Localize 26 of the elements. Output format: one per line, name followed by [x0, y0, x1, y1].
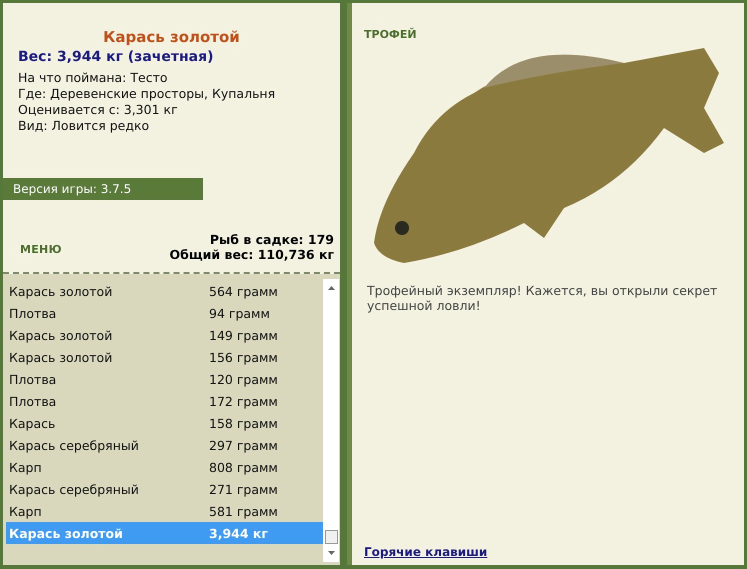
- stat-line: Рыб в садке: 179: [210, 232, 334, 247]
- fish-list-item[interactable]: Плотва 94 грамм: [6, 302, 323, 324]
- hotkeys-link[interactable]: Горячие клавиши: [364, 545, 488, 559]
- version-bar: Версия игры: 3.7.5: [3, 178, 203, 200]
- scrollbar-thumb[interactable]: [324, 530, 338, 544]
- fish-list-item[interactable]: Карп 808 грамм: [6, 456, 323, 478]
- fish-list-item[interactable]: Карп 581 грамм: [6, 500, 323, 522]
- fish-list-item[interactable]: Карась золотой 149 грамм: [6, 324, 323, 346]
- stat-line: Общий вес: 110,736 кг: [170, 247, 334, 262]
- fish-list-item[interactable]: Плотва 172 грамм: [6, 390, 323, 412]
- menu-button[interactable]: МЕНЮ: [20, 243, 62, 256]
- fish-list-item[interactable]: Карась золотой 564 грамм: [6, 280, 323, 302]
- fish-list-item[interactable]: Плотва 120 грамм: [6, 368, 323, 390]
- detail-line: Вид: Ловится редко: [18, 118, 150, 134]
- detail-line: На что поймана: Тесто: [18, 70, 168, 86]
- fish-title: Карась золотой: [103, 28, 240, 46]
- detail-line: Где: Деревенские просторы, Купальня: [18, 86, 276, 102]
- fish-list-item[interactable]: Карась золотой 156 грамм: [6, 346, 323, 368]
- trophy-message: Трофейный экземпляр! Кажется, вы открыли секрет успешной ловли!: [367, 283, 718, 313]
- fish-list-item[interactable]: Карась серебряный 297 грамм: [6, 434, 323, 456]
- detail-line: Оценивается с: 3,301 кг: [18, 102, 178, 118]
- trophy-heading: ТРОФЕЙ: [364, 28, 417, 41]
- scrollbar[interactable]: [323, 279, 339, 562]
- fish-list-item[interactable]: Карась серебряный 271 грамм: [6, 478, 323, 500]
- fish-list-item[interactable]: Карась 158 грамм: [6, 412, 323, 434]
- fish-weight: Вес: 3,944 кг (зачетная): [18, 49, 214, 65]
